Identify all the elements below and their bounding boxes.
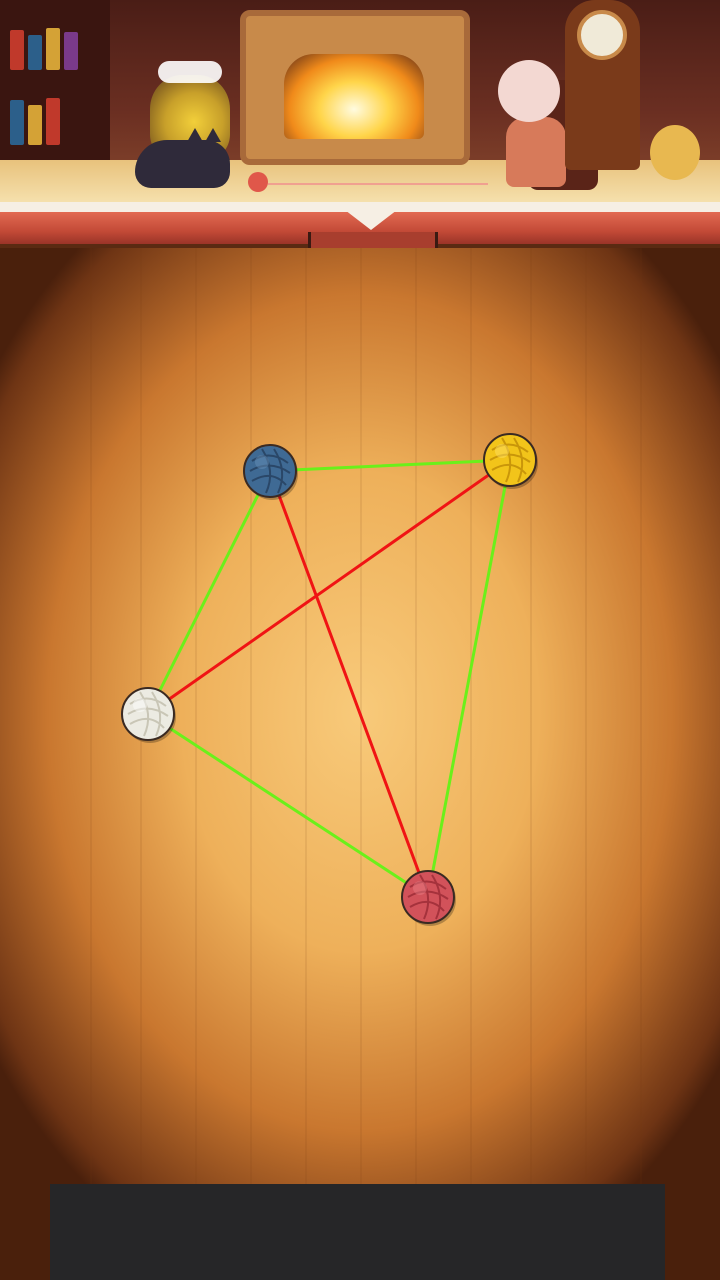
thread-white-red	[146, 712, 430, 899]
yarn-ball-yellow[interactable]	[483, 433, 538, 489]
small-yarn-ball	[248, 172, 268, 192]
bottom-panel	[50, 1184, 665, 1280]
black-cat	[135, 128, 230, 188]
thread-yellow-red	[426, 458, 512, 899]
fireplace	[240, 10, 470, 165]
yarn-ball-white[interactable]	[121, 687, 176, 743]
bookshelf	[0, 0, 110, 180]
thread-yellow-white	[146, 458, 512, 716]
thread-blue-white	[146, 469, 272, 716]
fire	[284, 54, 424, 139]
game-board	[0, 248, 720, 1280]
thread-blue-yellow	[268, 458, 512, 473]
scene-divider	[0, 202, 720, 258]
cozy-room-scene	[0, 0, 720, 205]
grandfather-clock	[565, 0, 640, 170]
yarn-ball-red[interactable]	[401, 870, 456, 926]
yarn-ball-blue[interactable]	[243, 444, 298, 500]
plant	[650, 125, 700, 180]
thread-network	[121, 433, 538, 926]
yarn-thread	[268, 183, 488, 185]
